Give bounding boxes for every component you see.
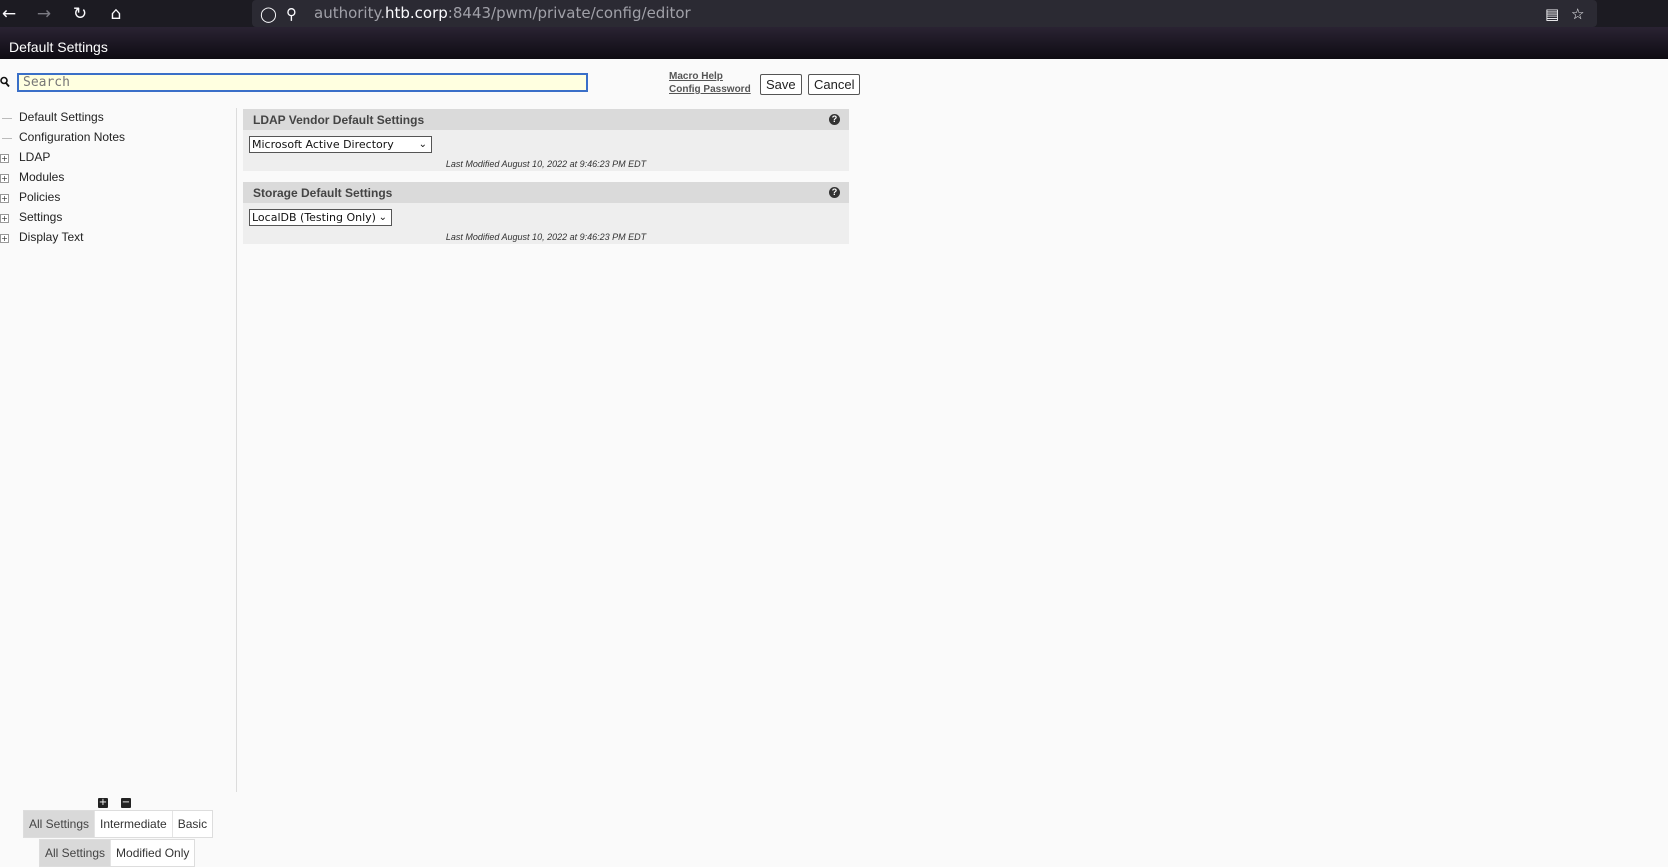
filter-basic[interactable]: Basic <box>173 811 212 837</box>
expand-node-icon[interactable]: + <box>0 214 9 223</box>
search-input[interactable] <box>17 73 588 92</box>
filter-all-settings[interactable]: All Settings <box>24 811 96 837</box>
tree-item-configuration-notes[interactable]: Configuration Notes <box>0 129 236 147</box>
tree-item-label: Policies <box>19 190 61 204</box>
storage-default-panel: Storage Default Settings ? LocalDB (Test… <box>243 182 849 244</box>
select-value: Microsoft Active Directory <box>252 138 394 151</box>
tree-item-label: Settings <box>19 210 63 224</box>
tree-item-label: LDAP <box>19 150 51 164</box>
tree-item-modules[interactable]: + Modules <box>0 169 236 187</box>
panel-header: LDAP Vendor Default Settings ? <box>243 109 849 130</box>
last-modified-text: Last Modified August 10, 2022 at 9:46:23… <box>445 232 647 242</box>
macro-help-link[interactable]: Macro Help <box>669 70 751 83</box>
filter-modified-only[interactable]: Modified Only <box>111 840 194 866</box>
page-title: Default Settings <box>9 39 108 55</box>
app-header: Default Settings <box>0 27 1668 59</box>
lock-icon[interactable]: ⚲ <box>286 3 297 25</box>
expand-node-icon[interactable]: + <box>0 234 9 243</box>
tree-item-policies[interactable]: + Policies <box>0 189 236 207</box>
header-links: Macro Help Config Password <box>669 70 751 96</box>
save-button[interactable]: Save <box>760 74 802 95</box>
tree-connector <box>2 138 12 139</box>
navigation-tree: Default Settings Configuration Notes + L… <box>0 108 237 792</box>
last-modified-text: Last Modified August 10, 2022 at 9:46:23… <box>445 159 647 169</box>
filter-all-settings-modified[interactable]: All Settings <box>40 840 112 866</box>
chevron-down-icon: ⌄ <box>418 139 427 150</box>
panel-title: LDAP Vendor Default Settings <box>253 113 425 127</box>
search-icon <box>0 76 10 88</box>
expand-node-icon[interactable]: + <box>0 194 9 203</box>
reload-icon[interactable]: ↻ <box>69 3 91 25</box>
home-icon[interactable]: ⌂ <box>105 3 127 25</box>
tree-item-display-text[interactable]: + Display Text <box>0 229 236 247</box>
url-host: htb.corp <box>385 4 448 22</box>
collapse-all-icon[interactable]: − <box>121 798 131 808</box>
tree-item-settings[interactable]: + Settings <box>0 209 236 227</box>
tree-item-default-settings[interactable]: Default Settings <box>0 109 236 127</box>
shield-icon[interactable]: ◯ <box>260 3 277 25</box>
help-icon[interactable]: ? <box>829 187 840 198</box>
modified-filter: All Settings Modified Only <box>39 839 196 867</box>
back-icon[interactable]: ← <box>0 3 20 25</box>
tree-item-label: Default Settings <box>19 110 104 124</box>
url-bar[interactable]: ◯ ⚲ authority.htb.corp:8443/pwm/private/… <box>252 0 1597 27</box>
panel-title: Storage Default Settings <box>253 186 393 200</box>
panel-header: Storage Default Settings ? <box>243 182 849 203</box>
tree-connector <box>2 118 12 119</box>
url-host-prefix: authority. <box>314 4 385 22</box>
tree-item-ldap[interactable]: + LDAP <box>0 149 236 167</box>
browser-toolbar: ← → ↻ ⌂ ◯ ⚲ authority.htb.corp:8443/pwm/… <box>0 0 1668 27</box>
tree-item-label: Modules <box>19 170 65 184</box>
expand-node-icon[interactable]: + <box>0 174 9 183</box>
ldap-vendor-select[interactable]: Microsoft Active Directory ⌄ <box>249 136 432 153</box>
url-text[interactable]: authority.htb.corp:8443/pwm/private/conf… <box>314 4 691 22</box>
expand-node-icon[interactable]: + <box>0 154 9 163</box>
chevron-down-icon: ⌄ <box>378 212 387 223</box>
reader-view-icon[interactable]: ▤ <box>1545 3 1559 25</box>
tree-item-label: Configuration Notes <box>19 130 126 144</box>
config-password-link[interactable]: Config Password <box>669 83 751 96</box>
storage-select[interactable]: LocalDB (Testing Only) ⌄ <box>249 209 392 226</box>
select-value: LocalDB (Testing Only) <box>252 211 376 224</box>
filter-intermediate[interactable]: Intermediate <box>95 811 173 837</box>
setting-level-filter: All Settings Intermediate Basic <box>23 810 214 838</box>
tree-item-label: Display Text <box>19 230 84 244</box>
expand-all-icon[interactable]: + <box>98 798 108 808</box>
forward-icon[interactable]: → <box>33 3 55 25</box>
bookmark-star-icon[interactable]: ☆ <box>1571 3 1584 25</box>
url-path: :8443/pwm/private/config/editor <box>447 4 691 22</box>
ldap-vendor-panel: LDAP Vendor Default Settings ? Microsoft… <box>243 109 849 171</box>
cancel-button[interactable]: Cancel <box>808 74 861 95</box>
help-icon[interactable]: ? <box>829 114 840 125</box>
